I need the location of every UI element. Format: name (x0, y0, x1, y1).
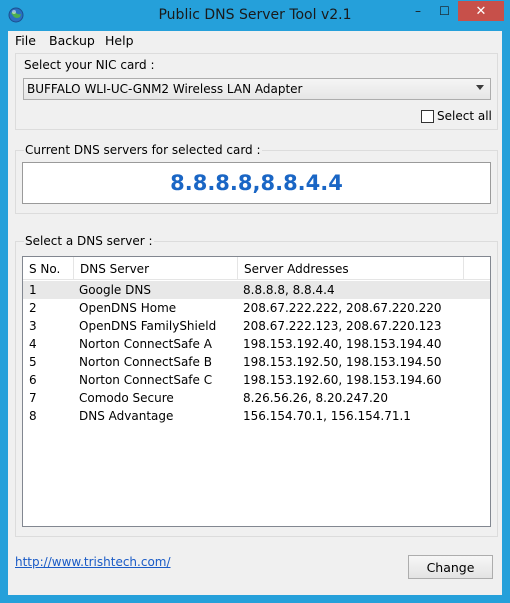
cell-dns-server: Norton ConnectSafe B (79, 355, 212, 369)
cell-server-addresses: 198.153.192.60, 198.153.194.60 (243, 373, 442, 387)
cell-server-addresses: 208.67.222.222, 208.67.220.220 (243, 301, 442, 315)
table-row[interactable]: 6 Norton ConnectSafe C 198.153.192.60, 198… (23, 371, 490, 389)
cell-server-addresses: 156.154.70.1, 156.154.71.1 (243, 409, 411, 423)
table-row[interactable]: 8 DNS Advantage 156.154.70.1, 156.154.71.1 (23, 407, 490, 425)
cell-dns-server: Google DNS (79, 283, 151, 297)
cell-dns-server: Norton ConnectSafe C (79, 373, 213, 387)
select-all-checkbox[interactable] (421, 110, 434, 123)
close-button[interactable]: ✕ (458, 1, 504, 21)
cell-server-addresses: 8.8.8.8, 8.8.4.4 (243, 283, 335, 297)
client-area: File Backup Help Select your NIC card : … (8, 31, 502, 595)
table-row[interactable]: 4 Norton ConnectSafe A 198.153.192.40, 198… (23, 335, 490, 353)
dns-server-group-label: Select a DNS server : (24, 234, 154, 248)
select-all-label[interactable]: Select all (437, 109, 492, 123)
cell-sno: 6 (29, 373, 37, 387)
table-row[interactable]: 7 Comodo Secure 8.26.56.26, 8.20.247.20 (23, 389, 490, 407)
column-sno[interactable]: S No. (23, 257, 74, 280)
cell-sno: 1 (29, 283, 37, 297)
cell-server-addresses: 208.67.222.123, 208.67.220.123 (243, 319, 442, 333)
nic-selected-value: BUFFALO WLI-UC-GNM2 Wireless LAN Adapter (27, 82, 303, 96)
menu-bar: File Backup Help (8, 31, 502, 51)
cell-dns-server: Norton ConnectSafe A (79, 337, 212, 351)
cell-server-addresses: 8.26.56.26, 8.20.247.20 (243, 391, 389, 405)
cell-dns-server: OpenDNS FamilyShield (79, 319, 217, 333)
table-row[interactable]: 5 Norton ConnectSafe B 198.153.192.50, 198… (23, 353, 490, 371)
column-dns-server[interactable]: DNS Server (74, 257, 238, 280)
dns-server-list[interactable]: S No. DNS Server Server Addresses 1 Googl… (22, 256, 491, 527)
cell-server-addresses: 198.153.192.40, 198.153.194.40 (243, 337, 442, 351)
cell-dns-server: Comodo Secure (79, 391, 174, 405)
nic-group-label: Select your NIC card : (24, 58, 155, 72)
cell-sno: 5 (29, 355, 37, 369)
current-dns-group-label: Current DNS servers for selected card : (24, 143, 262, 157)
menu-help[interactable]: Help (105, 33, 134, 48)
column-server-addresses[interactable]: Server Addresses (238, 257, 464, 280)
cell-sno: 7 (29, 391, 37, 405)
current-dns-display: 8.8.8.8,8.8.4.4 (22, 162, 491, 204)
table-row[interactable]: 2 OpenDNS Home 208.67.222.222, 208.67.220.… (23, 299, 490, 317)
cell-dns-server: DNS Advantage (79, 409, 174, 423)
cell-server-addresses: 198.153.192.50, 198.153.194.50 (243, 355, 442, 369)
change-button[interactable]: Change (408, 555, 493, 579)
chevron-down-icon (476, 85, 484, 90)
minimize-button[interactable]: – (405, 1, 431, 21)
menu-file[interactable]: File (15, 33, 36, 48)
table-row[interactable]: 1 Google DNS 8.8.8.8, 8.8.4.4 (23, 281, 490, 299)
trishtech-link[interactable]: http://www.trishtech.com/ (15, 555, 171, 569)
cell-sno: 2 (29, 301, 37, 315)
maximize-button[interactable]: ☐ (431, 1, 458, 21)
cell-sno: 4 (29, 337, 37, 351)
cell-sno: 3 (29, 319, 37, 333)
table-row[interactable]: 3 OpenDNS FamilyShield 208.67.222.123, 208… (23, 317, 490, 335)
current-dns-value: 8.8.8.8,8.8.4.4 (170, 171, 343, 195)
menu-backup[interactable]: Backup (49, 33, 95, 48)
title-bar[interactable]: Public DNS Server Tool v2.1 – ☐ ✕ (0, 0, 510, 31)
nic-select[interactable]: BUFFALO WLI-UC-GNM2 Wireless LAN Adapter (23, 78, 491, 100)
app-window: Public DNS Server Tool v2.1 – ☐ ✕ File B… (0, 0, 510, 603)
cell-sno: 8 (29, 409, 37, 423)
cell-dns-server: OpenDNS Home (79, 301, 177, 315)
list-header: S No. DNS Server Server Addresses (23, 257, 490, 280)
